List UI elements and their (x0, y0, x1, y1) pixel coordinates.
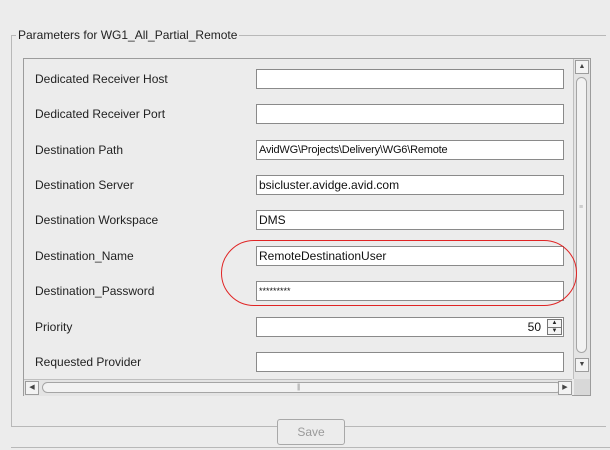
requested-provider-input[interactable] (256, 352, 564, 372)
param-label: Destination_Name (35, 249, 134, 263)
scroll-grip-icon: ||| (297, 384, 301, 391)
horizontal-scrollbar[interactable]: ◀ ||| ▶ (24, 379, 572, 396)
param-label: Requested Provider (35, 355, 142, 369)
param-row-destination-workspace: Destination Workspace DMS (24, 209, 572, 239)
param-row-requested-provider: Requested Provider (24, 351, 572, 379)
parameters-list: Dedicated Receiver Host Dedicated Receiv… (24, 59, 572, 379)
parameters-group-title: Parameters for WG1_All_Partial_Remote (16, 28, 240, 42)
vertical-scrollbar[interactable]: ▲ ≡ ▼ (573, 59, 590, 379)
priority-spinner[interactable]: 50 ▲ ▼ (256, 317, 564, 337)
priority-value[interactable]: 50 (528, 320, 541, 334)
scroll-left-arrow-icon[interactable]: ◀ (25, 381, 39, 395)
param-label: Destination Path (35, 143, 124, 157)
param-row-priority: Priority 50 ▲ ▼ (24, 316, 572, 346)
save-button[interactable]: Save (277, 419, 345, 445)
param-label: Destination_Password (35, 284, 155, 298)
vertical-scroll-thumb[interactable]: ≡ (576, 77, 587, 353)
dedicated-receiver-port-input[interactable] (256, 104, 564, 124)
param-row-dedicated-receiver-port: Dedicated Receiver Port (24, 103, 572, 133)
scroll-grip-icon: ≡ (579, 204, 584, 211)
parameters-panel: Dedicated Receiver Host Dedicated Receiv… (23, 58, 591, 396)
divider (11, 447, 610, 448)
scrollbar-corner (574, 379, 590, 395)
param-row-destination-password: Destination_Password ********* (24, 280, 572, 310)
param-label: Dedicated Receiver Host (35, 72, 168, 86)
param-row-destination-server: Destination Server bsicluster.avidge.avi… (24, 174, 572, 204)
param-label: Dedicated Receiver Port (35, 107, 166, 121)
priority-spin-buttons: ▲ ▼ (547, 319, 562, 335)
scroll-right-arrow-icon[interactable]: ▶ (558, 381, 572, 395)
spin-down-arrow-icon[interactable]: ▼ (548, 327, 561, 335)
destination-workspace-input[interactable]: DMS (256, 210, 564, 230)
destination-name-input[interactable]: RemoteDestinationUser (256, 246, 564, 266)
spin-up-arrow-icon[interactable]: ▲ (548, 320, 561, 327)
dedicated-receiver-host-input[interactable] (256, 69, 564, 89)
param-label: Destination Workspace (35, 213, 159, 227)
destination-server-input[interactable]: bsicluster.avidge.avid.com (256, 175, 564, 195)
scroll-up-arrow-icon[interactable]: ▲ (575, 60, 589, 74)
param-row-dedicated-receiver-host: Dedicated Receiver Host (24, 68, 572, 98)
param-label: Priority (35, 320, 73, 334)
param-row-destination-path: Destination Path AvidWG\Projects\Deliver… (24, 139, 572, 169)
param-label: Destination Server (35, 178, 134, 192)
destination-password-input[interactable]: ********* (256, 281, 564, 301)
scroll-down-arrow-icon[interactable]: ▼ (575, 358, 589, 372)
destination-path-input[interactable]: AvidWG\Projects\Delivery\WG6\Remote (256, 140, 564, 160)
horizontal-scroll-thumb[interactable]: ||| (42, 382, 562, 393)
param-row-destination-name: Destination_Name RemoteDestinationUser (24, 245, 572, 275)
